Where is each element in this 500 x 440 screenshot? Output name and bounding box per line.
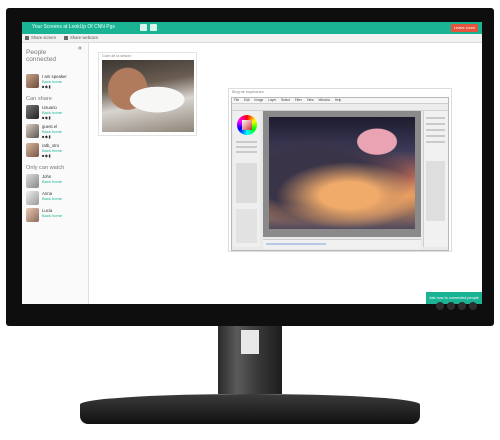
paint-menu-item: View: [306, 98, 314, 102]
paint-layers-panel: [423, 111, 448, 247]
person-sharer[interactable]: Usuario Back home ■◆▮: [26, 105, 86, 123]
avatar: [26, 74, 39, 88]
person-link[interactable]: Back home: [42, 179, 62, 184]
share-options-bar: Share screen Share webcam: [22, 34, 482, 43]
person-link[interactable]: Back home: [42, 196, 62, 201]
monitor-button: [447, 302, 455, 310]
monitor-button: [469, 302, 477, 310]
webcam-video: [102, 60, 194, 132]
artwork-image: [269, 117, 415, 229]
can-share-heading: Can share: [26, 96, 52, 102]
paint-menu-item: Help: [334, 98, 342, 102]
only-watch-heading: Only can watch: [26, 165, 65, 171]
avatar: [26, 105, 39, 119]
share-webcam-option[interactable]: Share webcam: [64, 35, 98, 40]
status-segment: [266, 243, 326, 245]
avatar: [26, 191, 39, 205]
brush-grid: [236, 209, 257, 243]
shared-screen-panel: Blog de esperanza File Edit Image Layer …: [228, 88, 452, 252]
shared-screen-caption: Blog de esperanza: [232, 90, 264, 94]
person-me[interactable]: I am speaker Back home ■◆▮: [26, 74, 86, 92]
people-heading: People connected: [26, 49, 56, 63]
top-bar: Your Screens at LookUp Of CNN Pgs Leave …: [22, 22, 482, 34]
monitor-button: [436, 302, 444, 310]
paint-menu-item: Layer: [268, 98, 277, 102]
people-sidebar: « People connected I am speaker Back hom…: [22, 43, 89, 304]
person-link[interactable]: Back home: [42, 213, 62, 218]
webcam-caption: Cam de la sesión: [102, 54, 132, 58]
status-icons: ■◆▮: [42, 153, 52, 158]
webcam-panel: Cam de la sesión: [98, 52, 197, 136]
layer-row: [426, 129, 445, 131]
paint-menu-item: Edit: [244, 98, 250, 102]
avatar: [26, 174, 39, 188]
paint-color-panel: [233, 111, 260, 247]
slider-track: [236, 151, 257, 153]
status-icons: ■◆▮: [42, 115, 52, 120]
status-icons: ■◆▮: [42, 134, 52, 139]
monitor-bezel: Your Screens at LookUp Of CNN Pgs Leave …: [6, 8, 494, 326]
collapse-sidebar-icon[interactable]: «: [78, 45, 82, 52]
status-icons: ■◆▮: [42, 84, 52, 89]
monitor-stand-base: [80, 394, 420, 424]
person-sharer[interactable]: ratb_otro Back home ■◆▮: [26, 143, 86, 161]
layer-row: [426, 141, 445, 143]
layer-row: [426, 135, 445, 137]
share-icon[interactable]: [150, 24, 157, 31]
layer-list: [426, 161, 445, 221]
screen: Your Screens at LookUp Of CNN Pgs Leave …: [22, 22, 482, 304]
avatar: [26, 124, 39, 138]
paint-menu-item: File: [234, 98, 240, 102]
paint-status-bar: [263, 239, 421, 249]
layer-row: [426, 123, 445, 125]
paint-menu-item: Image: [254, 98, 264, 102]
paint-menu-item: Select: [281, 98, 290, 102]
layer-row: [426, 117, 445, 119]
room-title: Your Screens at LookUp Of CNN Pgs: [32, 24, 115, 30]
stand-cable-slot: [241, 330, 259, 354]
person-sharer[interactable]: guest.el Back home ■◆▮: [26, 124, 86, 142]
person-watcher[interactable]: Anna Back home: [26, 191, 86, 209]
share-screen-option[interactable]: Share screen: [25, 35, 56, 40]
avatar: [26, 208, 39, 222]
slider-track: [236, 146, 257, 148]
paint-canvas: [263, 111, 421, 237]
slider-track: [236, 141, 257, 143]
leave-room-button[interactable]: Leave room: [450, 24, 478, 32]
paint-menu-item: Filter: [294, 98, 302, 102]
pencil-icon[interactable]: [140, 24, 147, 31]
person-watcher[interactable]: John Back home: [26, 174, 86, 192]
avatar: [26, 143, 39, 157]
paint-menu-item: Window: [318, 98, 330, 102]
color-wheel-icon: [237, 115, 257, 135]
person-watcher[interactable]: Lucia Back home: [26, 208, 86, 226]
tool-grid: [236, 163, 257, 203]
shared-screen-video: File Edit Image Layer Select Filter View…: [231, 97, 449, 251]
monitor-button: [458, 302, 466, 310]
paint-toolbar: [232, 104, 448, 111]
